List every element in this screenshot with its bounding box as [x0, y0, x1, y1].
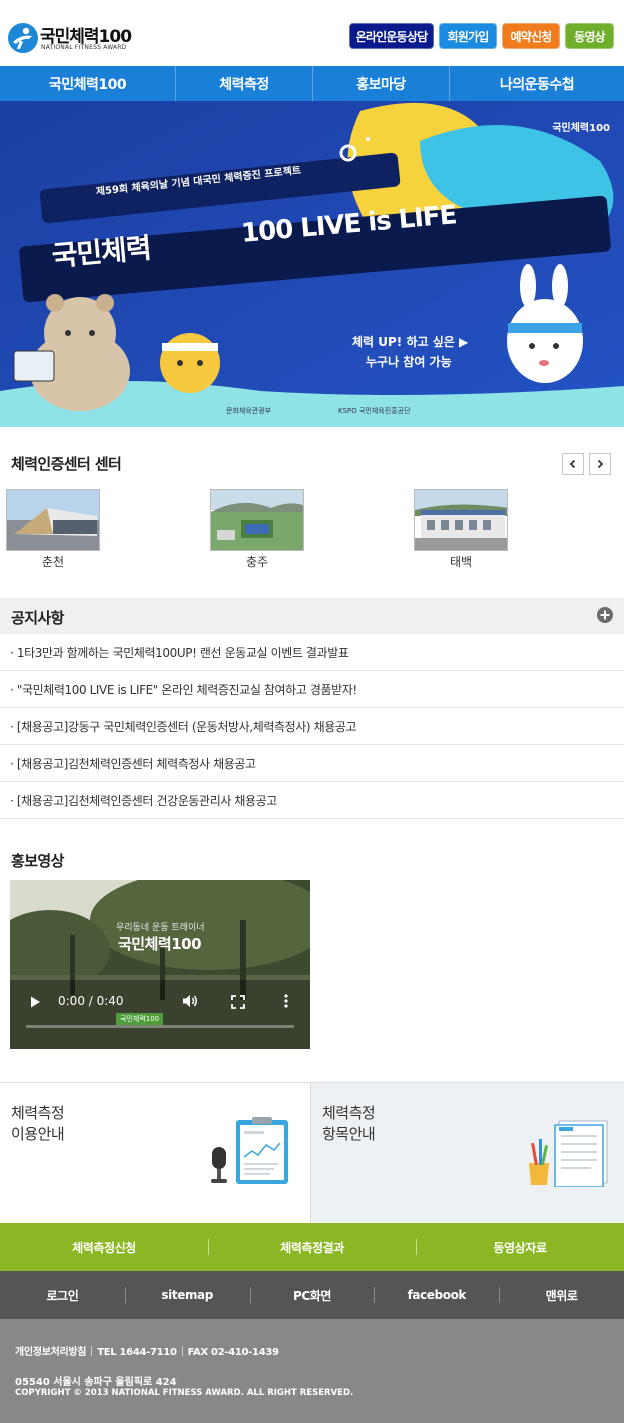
pc-view-link[interactable]: PC화면 — [249, 1271, 375, 1319]
items-guide-label: 체력측정 항목안내 — [322, 1104, 376, 1143]
volume-icon — [183, 995, 197, 1007]
quick-link-results[interactable]: 체력측정결과 — [208, 1223, 416, 1271]
clipboard-microphone-icon — [211, 1117, 288, 1184]
center-thumb-chuncheon[interactable] — [6, 489, 100, 551]
measurement-usage-guide[interactable]: 체력측정 이용안내 — [0, 1082, 311, 1223]
center-label-chungju: 충주 — [245, 555, 269, 569]
banner-brand: 국민체력100 — [552, 123, 610, 134]
footer-tel: TEL 1644-7110 — [97, 1347, 177, 1358]
video-fullscreen-button[interactable] — [231, 994, 245, 1009]
video-section-title: 홍보영상 — [11, 852, 64, 870]
site-logo[interactable]: 국민체력100 NATIONAL FITNESS AWARD — [7, 22, 132, 56]
video-badge: 국민체력100 — [116, 1013, 164, 1025]
notice-list: · 1타3만과 함께하는 국민체력100UP! 랜선 운동교실 이벤트 결과발표… — [0, 634, 624, 819]
checklist-pencils-icon — [529, 1120, 608, 1187]
utility-links-bar: 로그인 sitemap PC화면 facebook 맨위로 — [0, 1271, 624, 1319]
measurement-items-guide[interactable]: 체력측정 항목안내 — [311, 1082, 624, 1223]
footer-address: 05540 서울시 송파구 올림픽로 424 — [15, 1377, 177, 1388]
footer-fax: FAX 02-410-1439 — [187, 1347, 279, 1358]
fullscreen-icon — [231, 995, 245, 1009]
centers-next-button[interactable] — [589, 453, 611, 475]
video-more-button[interactable] — [282, 993, 290, 1009]
nav-item-exercise-note[interactable]: 나의운동수첩 — [450, 66, 624, 101]
sitemap-link[interactable]: sitemap — [124, 1271, 250, 1319]
main-banner[interactable]: 국민체력100 제59회 체육의날 기념 대국민 체력증진 프로젝트 국민체력 … — [0, 101, 624, 427]
online-counsel-button[interactable]: 온라인운동상담 — [349, 23, 434, 49]
center-thumb-chungju[interactable] — [210, 489, 304, 551]
usage-guide-label: 체력측정 이용안내 — [11, 1104, 65, 1143]
login-link[interactable]: 로그인 — [0, 1271, 125, 1319]
center-label-taebaek: 태백 — [449, 555, 473, 569]
banner-sponsor-mcst: 문화체육관광부 — [226, 407, 272, 415]
nav-item-fitness100[interactable]: 국민체력100 — [0, 66, 176, 101]
video-time: 0:00 / 0:40 — [58, 994, 124, 1008]
center-label-chuncheon: 춘천 — [41, 555, 65, 569]
notice-item[interactable]: · [채용공고]김천체력인증센터 건강운동관리사 채용공고 — [0, 782, 624, 819]
video-volume-button[interactable] — [181, 993, 199, 1009]
main-nav: 국민체력100 체력측정 홍보마당 나의운동수첩 — [0, 66, 624, 101]
quick-link-apply[interactable]: 체력측정신청 — [0, 1223, 208, 1271]
video-button[interactable]: 동영상 — [565, 23, 614, 49]
back-to-top-link[interactable]: 맨위로 — [499, 1271, 624, 1319]
centers-prev-button[interactable] — [562, 453, 584, 475]
nav-item-promotion[interactable]: 홍보마당 — [313, 66, 450, 101]
plus-circle-icon — [597, 607, 613, 623]
nav-item-measurement[interactable]: 체력측정 — [176, 66, 313, 101]
logo-mark-icon — [8, 23, 38, 53]
quick-link-videos[interactable]: 동영상자료 — [416, 1223, 624, 1271]
banner-sponsor-kspo: KSPO 국민체육진흥공단 — [338, 407, 411, 415]
footer: 개인정보처리방침 TEL 1644-7110 FAX 02-410-1439 055… — [0, 1319, 624, 1423]
centers-title: 체력인증센터 센터 — [11, 455, 122, 473]
footer-copyright: COPYRIGHT © 2013 NATIONAL FITNESS AWARD.… — [15, 1388, 354, 1398]
quick-links-bar: 체력측정신청 체력측정결과 동영상자료 — [0, 1223, 624, 1271]
privacy-policy-link[interactable]: 개인정보처리방침 — [15, 1347, 87, 1358]
facebook-link[interactable]: facebook — [374, 1271, 499, 1319]
more-vertical-icon — [284, 994, 288, 1008]
banner-cta-line2: 누구나 참여 가능 — [366, 355, 452, 369]
notice-header: 공지사항 — [0, 598, 624, 634]
chevron-left-icon — [569, 459, 576, 469]
play-icon — [31, 996, 40, 1008]
footer-contact-line: 개인정보처리방침 TEL 1644-7110 FAX 02-410-1439 — [15, 1343, 279, 1358]
notice-title: 공지사항 — [11, 609, 64, 627]
video-overlay-caption: 우리동네 운동 트레이너 — [116, 923, 205, 933]
notice-item[interactable]: · [채용공고]강동구 국민체력인증센터 (운동처방사,체력측정사) 채용공고 — [0, 708, 624, 745]
video-progress-bar[interactable] — [26, 1025, 294, 1028]
video-overlay-title: 국민체력100 — [118, 935, 202, 953]
notice-item[interactable]: · 1타3만과 함께하는 국민체력100UP! 랜선 운동교실 이벤트 결과발표 — [0, 634, 624, 671]
logo-subtitle: NATIONAL FITNESS AWARD — [41, 44, 127, 51]
notice-item[interactable]: · [채용공고]김천체력인증센터 체력측정사 채용공고 — [0, 745, 624, 782]
chevron-right-icon — [597, 459, 604, 469]
center-thumb-taebaek[interactable] — [414, 489, 508, 551]
video-play-button[interactable] — [28, 994, 42, 1008]
reservation-button[interactable]: 예약신청 — [502, 23, 560, 49]
header: 국민체력100 NATIONAL FITNESS AWARD 온라인운동상담 회… — [0, 0, 624, 66]
notice-item[interactable]: · "국민체력100 LIVE is LIFE" 온라인 체력증진교실 참여하고… — [0, 671, 624, 708]
join-button[interactable]: 회원가입 — [439, 23, 497, 49]
banner-cta-line1: 체력 UP! 하고 싶은 ▶ — [352, 335, 469, 349]
notice-more-button[interactable] — [596, 606, 614, 624]
promo-video-player[interactable]: 우리동네 운동 트레이너 국민체력100 국민체력100 0:00 / 0:40 — [10, 880, 310, 1049]
